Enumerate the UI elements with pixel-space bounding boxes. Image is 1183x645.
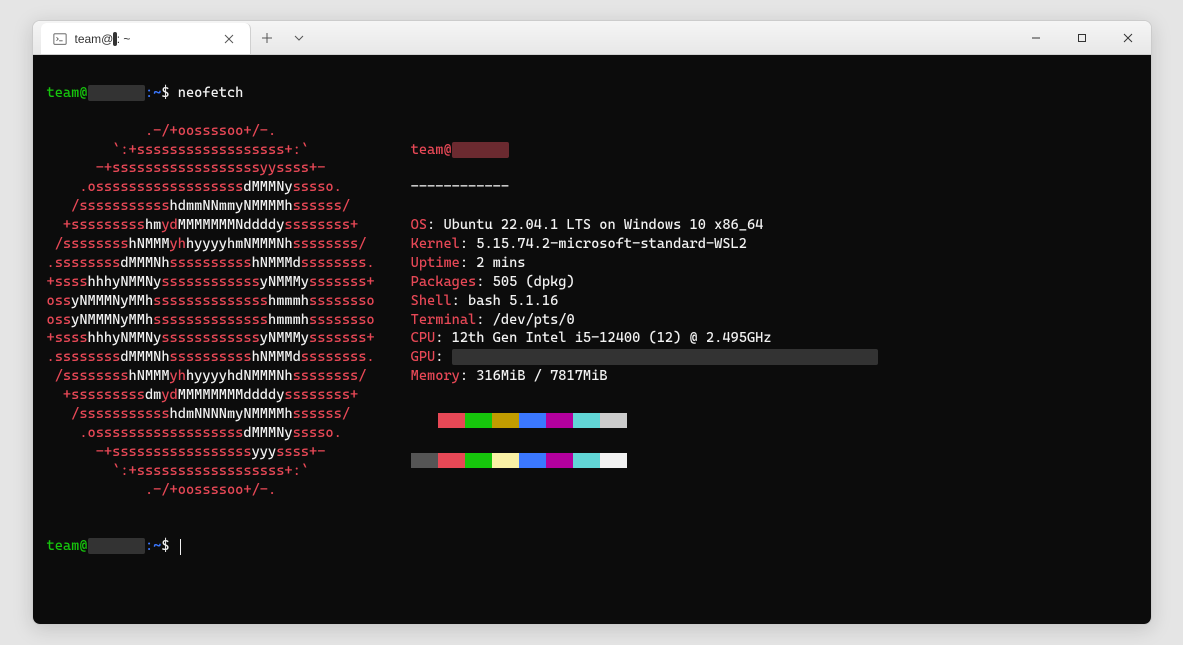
terminal-body[interactable]: team@ :~$ neofetch .-/+oossssoo+/-. `:+s…: [33, 55, 1151, 624]
color-palette-row-2: [411, 453, 879, 474]
info-line-shell: Shell: bash 5.1.16: [411, 292, 879, 311]
terminal-icon: [53, 32, 67, 46]
minimize-button[interactable]: [1013, 21, 1059, 55]
info-header: team@: [411, 141, 879, 160]
info-host-redacted: [452, 142, 509, 158]
cursor: [180, 539, 181, 555]
info-line-kernel: Kernel: 5.15.74.2-microsoft-standard-WSL…: [411, 235, 879, 254]
color-palette-row-1: [411, 413, 879, 434]
ascii-logo: .-/+oossssoo+/-. `:+ssssssssssssssssss+:…: [47, 122, 375, 500]
maximize-button[interactable]: [1059, 21, 1105, 55]
terminal-tab[interactable]: team@ : ~: [41, 23, 251, 54]
info-line-packages: Packages: 505 (dpkg): [411, 273, 879, 292]
command-text: neofetch: [178, 85, 244, 101]
terminal-window: team@ : ~ team@ :~$ neofetch: [32, 20, 1152, 625]
neofetch-output: .-/+oossssoo+/-. `:+ssssssssssssssssss+:…: [47, 122, 1137, 500]
info-line-os: OS: Ubuntu 22.04.1 LTS on Windows 10 x86…: [411, 216, 879, 235]
info-line-uptime: Uptime: 2 mins: [411, 254, 879, 273]
prompt-line-2: team@ :~$: [47, 518, 1137, 556]
new-tab-button[interactable]: [251, 21, 283, 54]
tab-close-button[interactable]: [220, 30, 238, 48]
titlebar: team@ : ~: [33, 21, 1151, 55]
info-line-gpu: GPU:: [411, 348, 879, 367]
system-info: team@ ------------ OS: Ubuntu 22.04.1 LT…: [411, 122, 879, 500]
info-line-terminal: Terminal: /dev/pts/0: [411, 311, 879, 330]
info-line-cpu: CPU: 12th Gen Intel i5-12400 (12) @ 2.49…: [411, 329, 879, 348]
info-separator: ------------: [411, 178, 879, 197]
tab-dropdown-button[interactable]: [283, 21, 315, 54]
close-button[interactable]: [1105, 21, 1151, 55]
tab-title: team@ : ~: [75, 32, 212, 46]
info-line-memory: Memory: 316MiB / 7817MiB: [411, 367, 879, 386]
window-controls: [1013, 21, 1151, 54]
titlebar-drag-area[interactable]: [315, 21, 1013, 54]
prompt2-host-redacted: [88, 538, 145, 554]
prompt-line-1: team@ :~$ neofetch: [47, 84, 1137, 103]
prompt-host-redacted: [88, 85, 145, 101]
